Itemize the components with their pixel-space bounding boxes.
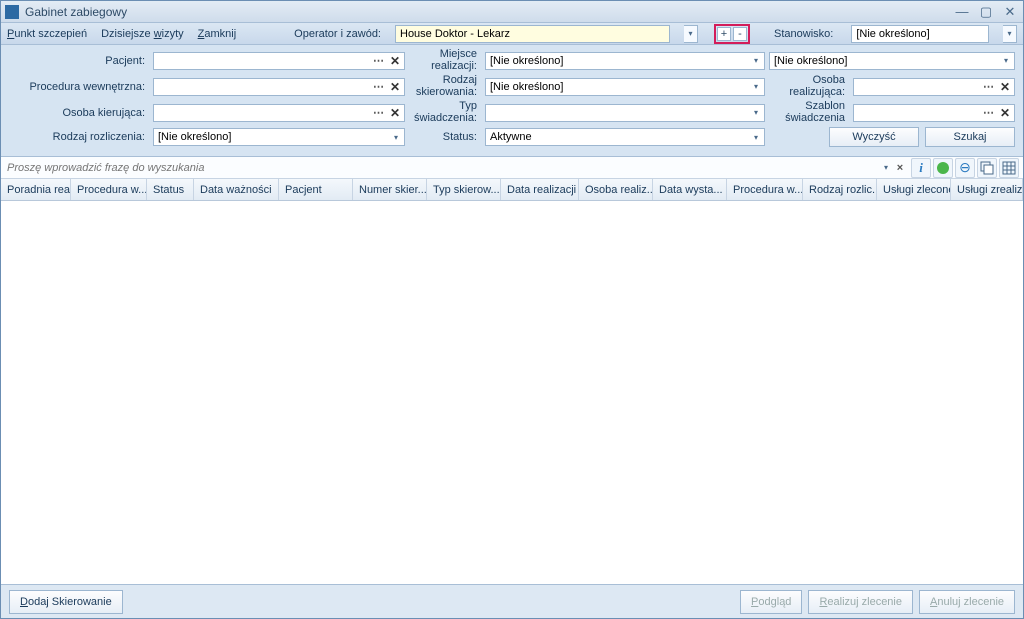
- search-clear-icon[interactable]: ×: [893, 162, 907, 174]
- rodzaj-skier-dropdown-icon[interactable]: ▾: [750, 82, 762, 91]
- procedura-clear-icon[interactable]: ✕: [390, 80, 400, 94]
- operator-plus-button[interactable]: +: [717, 27, 731, 41]
- szablon-browse-icon[interactable]: ⋯: [983, 106, 994, 119]
- operator-label: Operator i zawód:: [294, 28, 381, 40]
- status-field[interactable]: Aktywne ▾: [485, 128, 765, 146]
- maximize-button[interactable]: ▢: [977, 4, 995, 20]
- miejsce-dropdown-icon[interactable]: ▾: [750, 56, 762, 65]
- osoba-real-field[interactable]: ⋯ ✕: [853, 78, 1015, 96]
- miejsce-field-2[interactable]: [Nie określono] ▾: [769, 52, 1015, 70]
- miejsce2-dropdown-icon[interactable]: ▾: [1000, 56, 1012, 65]
- menu-zamknij[interactable]: Zamknij: [198, 28, 237, 40]
- pacjent-browse-icon[interactable]: ⋯: [373, 54, 384, 67]
- col-osoba-realiz[interactable]: Osoba realiz...: [579, 179, 653, 200]
- procedura-field[interactable]: ⋯ ✕: [153, 78, 405, 96]
- bottom-bar: Dodaj Skierowanie Podgląd Realizuj zlece…: [1, 584, 1023, 618]
- podglad-button[interactable]: Podgląd: [740, 590, 802, 614]
- col-poradnia[interactable]: Poradnia rea...: [1, 179, 71, 200]
- szablon-clear-icon[interactable]: ✕: [1000, 106, 1010, 120]
- osoba-kier-label: Osoba kierująca:: [9, 107, 149, 119]
- rozliczenie-dropdown-icon[interactable]: ▾: [390, 133, 402, 142]
- miejsce-label: Miejsce realizacji:: [409, 49, 481, 72]
- col-procedura-w[interactable]: Procedura w...: [71, 179, 147, 200]
- col-rodzaj-rozlic[interactable]: Rodzaj rozlic...: [803, 179, 877, 200]
- anuluj-zlecenie-button[interactable]: Anuluj zlecenie: [919, 590, 1015, 614]
- col-data-wysta[interactable]: Data wysta...: [653, 179, 727, 200]
- operator-minus-button[interactable]: -: [733, 27, 747, 41]
- grid-header: Poradnia rea... Procedura w... Status Da…: [1, 179, 1023, 201]
- col-numer-skier[interactable]: Numer skier...: [353, 179, 427, 200]
- rodzaj-skier-label: Rodzaj skierowania:: [409, 75, 481, 98]
- menu-bar: Punk­t szczepień Dzisiejsze wizyty Zamkn…: [1, 23, 1023, 45]
- search-bar: ▾ × i ⊖: [1, 157, 1023, 179]
- stanowisko-label: Stanowisko:: [774, 28, 833, 40]
- menu-punkt-szczepien[interactable]: Punk­t szczepień: [7, 28, 87, 40]
- search-dropdown-icon[interactable]: ▾: [879, 163, 893, 172]
- typ-dropdown-icon[interactable]: ▾: [750, 108, 762, 117]
- table-options-icon[interactable]: [977, 158, 997, 178]
- close-button[interactable]: ✕: [1001, 4, 1019, 20]
- app-icon: [5, 5, 19, 19]
- rodzaj-skier-field[interactable]: [Nie określono] ▾: [485, 78, 765, 96]
- col-typ-skier[interactable]: Typ skierow...: [427, 179, 501, 200]
- filter-area: Pacjent: ⋯ ✕ Miejsce realizacji: [Nie ok…: [1, 45, 1023, 157]
- osoba-real-clear-icon[interactable]: ✕: [1000, 80, 1010, 94]
- dodaj-skierowanie-button[interactable]: Dodaj Skierowanie: [9, 590, 123, 614]
- minimize-button[interactable]: —: [953, 4, 971, 20]
- osoba-real-browse-icon[interactable]: ⋯: [983, 80, 994, 93]
- add-icon[interactable]: [933, 158, 953, 178]
- osoba-kier-clear-icon[interactable]: ✕: [390, 106, 400, 120]
- procedura-label: Procedura wewnętrzna:: [9, 81, 149, 93]
- col-procedura-w2[interactable]: Procedura w...: [727, 179, 803, 200]
- operator-field[interactable]: House Doktor - Lekarz: [395, 25, 670, 43]
- pacjent-label: Pacjent:: [9, 55, 149, 67]
- title-bar: Gabinet zabiegowy — ▢ ✕: [1, 1, 1023, 23]
- col-uslugi-zlecone[interactable]: Usługi zlecone: [877, 179, 951, 200]
- menu-dzisiejsze-wizyty[interactable]: Dzisiejsze wizyty: [101, 28, 184, 40]
- pacjent-clear-icon[interactable]: ✕: [390, 54, 400, 68]
- stanowisko-dropdown-icon[interactable]: ▾: [1003, 25, 1017, 43]
- typ-label: Typ świadczenia:: [409, 101, 481, 124]
- operator-dropdown-icon[interactable]: ▾: [684, 25, 698, 43]
- szablon-label: Szablon świadczenia: [769, 101, 849, 124]
- osoba-real-label: Osoba realizująca:: [769, 75, 849, 98]
- realizuj-zlecenie-button[interactable]: Realizuj zlecenie: [808, 590, 913, 614]
- delete-icon[interactable]: ⊖: [955, 158, 975, 178]
- col-status[interactable]: Status: [147, 179, 194, 200]
- info-icon[interactable]: i: [911, 158, 931, 178]
- wyczysc-button[interactable]: Wyczyść: [829, 127, 919, 147]
- grid-view-icon[interactable]: [999, 158, 1019, 178]
- osoba-kier-browse-icon[interactable]: ⋯: [373, 106, 384, 119]
- col-data-waznosci[interactable]: Data ważności: [194, 179, 279, 200]
- stanowisko-field[interactable]: [Nie określono]: [851, 25, 989, 43]
- grid-body: [1, 201, 1023, 584]
- status-label: Status:: [409, 132, 481, 144]
- plus-minus-highlight: + -: [714, 24, 750, 44]
- col-pacjent[interactable]: Pacjent: [279, 179, 353, 200]
- rozliczenie-label: Rodzaj rozliczenia:: [9, 131, 149, 143]
- search-input[interactable]: [1, 158, 879, 178]
- szukaj-button[interactable]: Szukaj: [925, 127, 1015, 147]
- pacjent-field[interactable]: ⋯ ✕: [153, 52, 405, 70]
- status-dropdown-icon[interactable]: ▾: [750, 133, 762, 142]
- szablon-field[interactable]: ⋯ ✕: [853, 104, 1015, 122]
- window-title: Gabinet zabiegowy: [25, 5, 953, 19]
- miejsce-field[interactable]: [Nie określono] ▾: [485, 52, 765, 70]
- osoba-kier-field[interactable]: ⋯ ✕: [153, 104, 405, 122]
- col-data-realizacji[interactable]: Data realizacji: [501, 179, 579, 200]
- col-uslugi-zrealiz[interactable]: Usługi zrealiz...: [951, 179, 1023, 200]
- procedura-browse-icon[interactable]: ⋯: [373, 80, 384, 93]
- app-window: Gabinet zabiegowy — ▢ ✕ Punk­t szczepień…: [0, 0, 1024, 619]
- rozliczenie-field[interactable]: [Nie określono] ▾: [153, 128, 405, 146]
- typ-field[interactable]: ▾: [485, 104, 765, 122]
